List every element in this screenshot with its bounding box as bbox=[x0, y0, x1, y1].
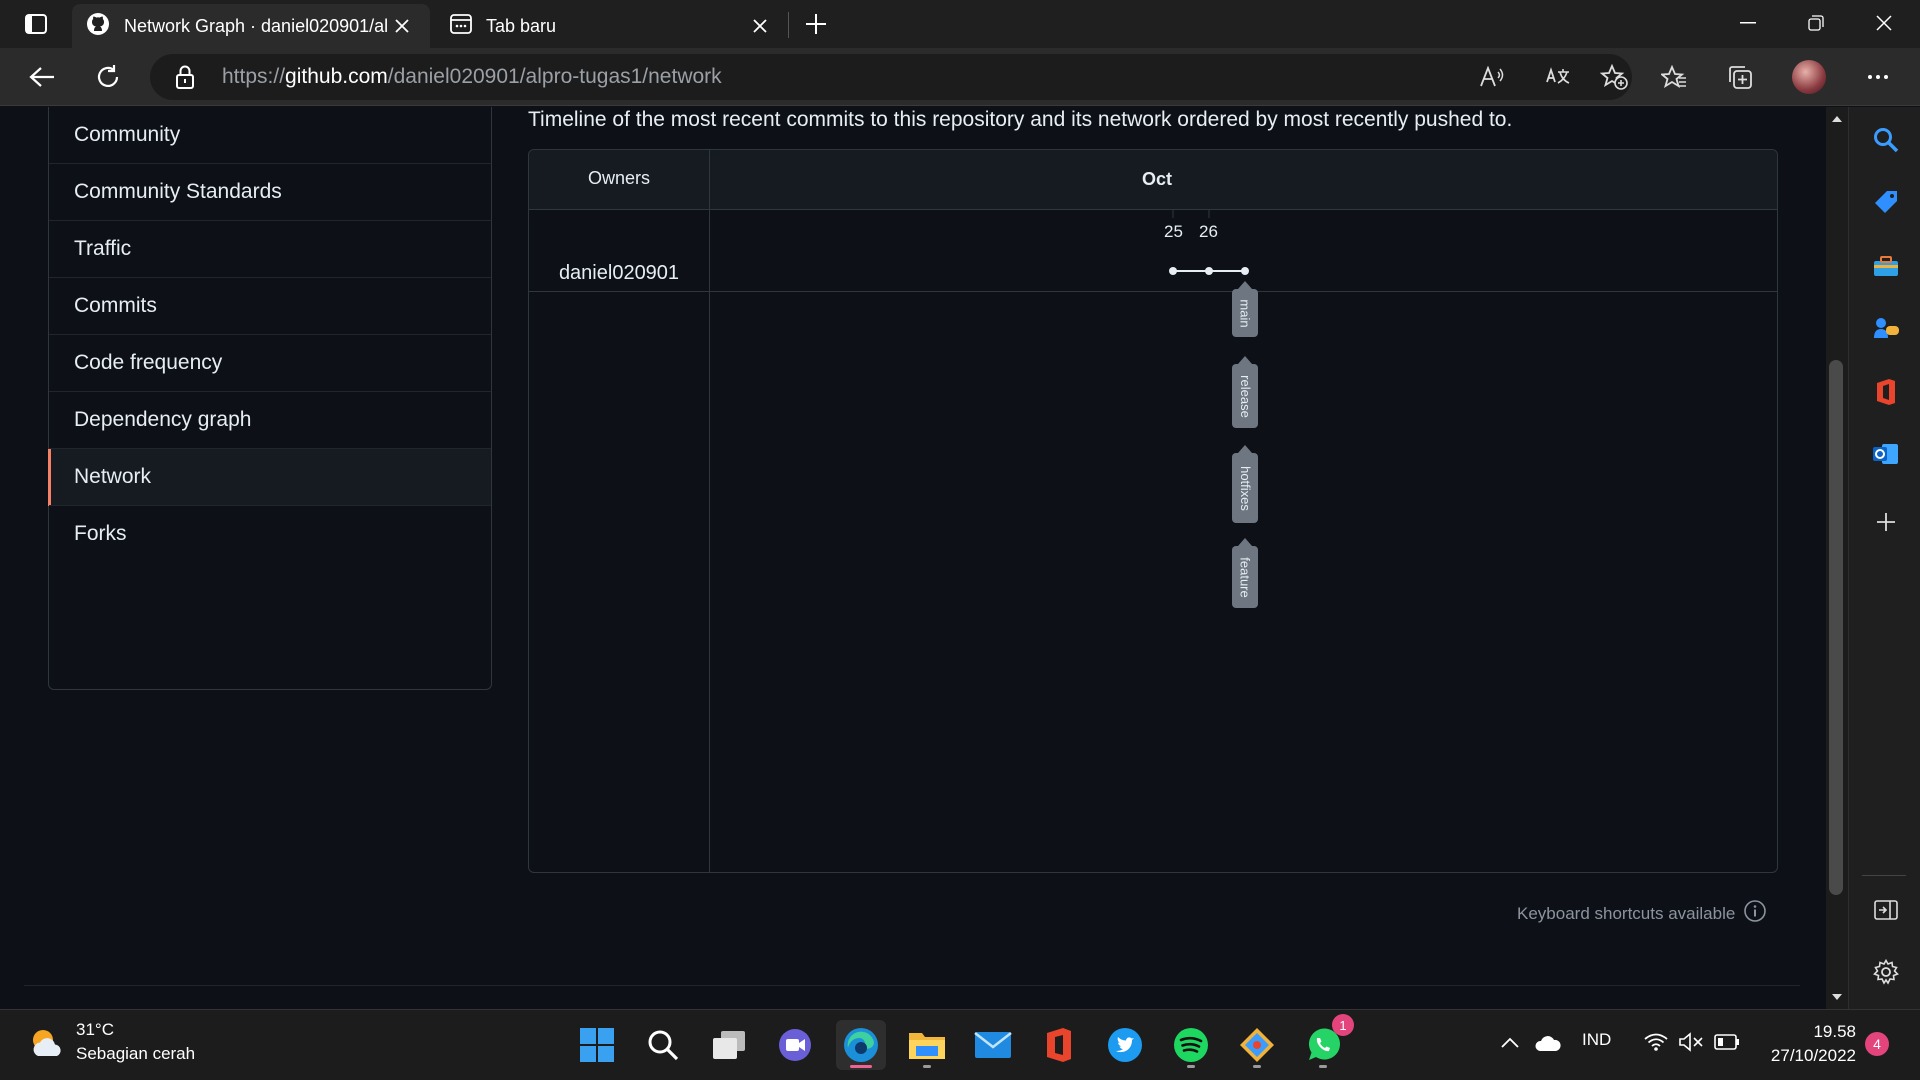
menu-item-code-frequency[interactable]: Code frequency bbox=[49, 334, 491, 391]
profile-avatar[interactable] bbox=[1792, 60, 1826, 94]
taskbar-search-icon[interactable] bbox=[638, 1020, 688, 1070]
input-language[interactable]: IND bbox=[1582, 1030, 1611, 1050]
search-icon[interactable] bbox=[1866, 120, 1906, 160]
close-tab-icon[interactable] bbox=[746, 12, 774, 40]
menu-item-commits[interactable]: Commits bbox=[49, 277, 491, 334]
close-window-button[interactable] bbox=[1852, 0, 1916, 46]
spotify-icon[interactable] bbox=[1166, 1020, 1216, 1070]
menu-item-traffic[interactable]: Traffic bbox=[49, 220, 491, 277]
address-bar[interactable]: https://github.com/daniel020901/alpro-tu… bbox=[150, 54, 1632, 100]
office-taskbar-icon[interactable] bbox=[1034, 1020, 1084, 1070]
tab-network-graph[interactable]: Network Graph · daniel020901/alpro-tugas… bbox=[72, 4, 430, 48]
commit-graph-svg bbox=[1169, 210, 1249, 275]
scroll-down-icon[interactable] bbox=[1831, 993, 1843, 1001]
onedrive-cloud-icon[interactable] bbox=[1534, 1034, 1562, 1057]
keyboard-shortcuts-hint[interactable]: Keyboard shortcuts available bbox=[1517, 899, 1767, 928]
weather-temperature[interactable]: 31°C bbox=[76, 1020, 114, 1040]
tab-actions-icon[interactable] bbox=[14, 4, 58, 44]
whatsapp-icon[interactable]: 1 bbox=[1298, 1014, 1354, 1070]
lock-icon[interactable] bbox=[176, 65, 194, 94]
battery-icon[interactable] bbox=[1714, 1034, 1740, 1055]
system-clock[interactable]: 19.58 27/10/2022 bbox=[1762, 1020, 1856, 1068]
shopping-tag-icon[interactable] bbox=[1866, 182, 1906, 222]
running-indicator bbox=[1253, 1065, 1261, 1068]
edge-sidebar bbox=[1848, 107, 1920, 1009]
mail-icon[interactable] bbox=[968, 1020, 1018, 1070]
whatsapp-unread-badge: 1 bbox=[1332, 1014, 1354, 1036]
tab-title: Tab baru bbox=[486, 15, 557, 36]
insights-side-menu: Community Community Standards Traffic Co… bbox=[48, 107, 492, 690]
new-tab-page-icon bbox=[450, 13, 472, 40]
show-hidden-icons-chevron[interactable] bbox=[1500, 1034, 1520, 1054]
info-icon[interactable] bbox=[1743, 899, 1767, 928]
tab-title: Network Graph · daniel020901/alpro-tugas… bbox=[124, 15, 388, 36]
clock-time: 19.58 bbox=[1813, 1022, 1856, 1041]
tools-briefcase-icon[interactable] bbox=[1866, 246, 1906, 286]
git-app-icon[interactable] bbox=[1232, 1020, 1282, 1070]
outlook-icon[interactable] bbox=[1866, 434, 1906, 474]
edge-browser-taskbar-icon[interactable] bbox=[836, 1020, 886, 1070]
new-tab-button[interactable] bbox=[796, 6, 836, 42]
commit-dot[interactable] bbox=[1241, 267, 1249, 275]
tab-new-tab[interactable]: Tab baru bbox=[436, 4, 788, 48]
teams-chat-icon[interactable] bbox=[770, 1020, 820, 1070]
branch-tag-release[interactable]: release bbox=[1232, 356, 1258, 428]
running-indicator bbox=[1319, 1065, 1327, 1068]
favorites-icon[interactable] bbox=[1654, 57, 1694, 97]
network-graph[interactable]: Owners Oct daniel020901 25 26 main relea… bbox=[528, 149, 1778, 873]
read-aloud-icon[interactable] bbox=[1476, 61, 1508, 93]
add-sidebar-app-icon[interactable] bbox=[1866, 502, 1906, 542]
menu-item-network[interactable]: Network bbox=[48, 448, 491, 506]
volume-muted-icon[interactable] bbox=[1678, 1032, 1704, 1057]
weather-description[interactable]: Sebagian cerah bbox=[76, 1044, 195, 1064]
back-button[interactable] bbox=[22, 57, 62, 97]
clock-date: 27/10/2022 bbox=[1770, 1046, 1856, 1065]
commit-dot[interactable] bbox=[1169, 267, 1177, 275]
network-description: Timeline of the most recent commits to t… bbox=[528, 108, 1513, 131]
weather-partly-cloudy-icon[interactable] bbox=[28, 1026, 66, 1065]
active-indicator bbox=[850, 1065, 872, 1068]
menu-item-community-standards[interactable]: Community Standards bbox=[49, 163, 491, 220]
translate-icon[interactable] bbox=[1542, 61, 1574, 93]
office-icon[interactable] bbox=[1866, 372, 1906, 412]
file-explorer-icon[interactable] bbox=[902, 1020, 952, 1070]
start-button[interactable] bbox=[572, 1020, 622, 1070]
branch-tag-hotfixes[interactable]: hotfixes bbox=[1232, 445, 1258, 523]
commit-dot[interactable] bbox=[1205, 267, 1213, 275]
settings-gear-icon[interactable] bbox=[1866, 952, 1906, 992]
collections-icon[interactable] bbox=[1720, 57, 1760, 97]
address-toolbar: https://github.com/daniel020901/alpro-tu… bbox=[0, 48, 1920, 106]
branch-tag-feature[interactable]: feature bbox=[1232, 538, 1258, 608]
task-view-icon[interactable] bbox=[704, 1020, 754, 1070]
hide-sidebar-icon[interactable] bbox=[1866, 890, 1906, 930]
tab-separator bbox=[788, 12, 789, 38]
footer-divider bbox=[24, 985, 1800, 986]
notification-count-badge[interactable]: 4 bbox=[1865, 1032, 1889, 1056]
url-text: https://github.com/daniel020901/alpro-tu… bbox=[222, 65, 722, 88]
close-tab-icon[interactable] bbox=[388, 12, 416, 40]
running-indicator bbox=[1187, 1065, 1195, 1068]
menu-item-dependency-graph[interactable]: Dependency graph bbox=[49, 391, 491, 448]
sidebar-divider bbox=[1862, 875, 1906, 876]
menu-item-forks[interactable]: Forks bbox=[49, 505, 491, 562]
restore-button[interactable] bbox=[1784, 0, 1848, 46]
keyboard-shortcuts-label: Keyboard shortcuts available bbox=[1517, 903, 1736, 923]
browser-tab-bar: Network Graph · daniel020901/alpro-tugas… bbox=[0, 0, 1920, 48]
refresh-button[interactable] bbox=[88, 57, 128, 97]
windows-taskbar bbox=[0, 1009, 1920, 1080]
github-icon bbox=[86, 12, 110, 41]
more-options-icon[interactable] bbox=[1858, 57, 1898, 97]
github-page: Community Community Standards Traffic Co… bbox=[0, 107, 1826, 1009]
menu-item-community[interactable]: Community bbox=[49, 107, 491, 163]
running-indicator bbox=[923, 1065, 931, 1068]
twitter-icon[interactable] bbox=[1100, 1020, 1150, 1070]
games-icon[interactable] bbox=[1866, 308, 1906, 348]
scroll-up-icon[interactable] bbox=[1831, 115, 1843, 123]
scroll-thumb[interactable] bbox=[1829, 360, 1843, 895]
branch-tag-main[interactable]: main bbox=[1232, 281, 1258, 337]
minimize-button[interactable] bbox=[1716, 0, 1780, 46]
add-favorite-icon[interactable] bbox=[1598, 61, 1630, 93]
wifi-icon[interactable] bbox=[1644, 1032, 1668, 1057]
